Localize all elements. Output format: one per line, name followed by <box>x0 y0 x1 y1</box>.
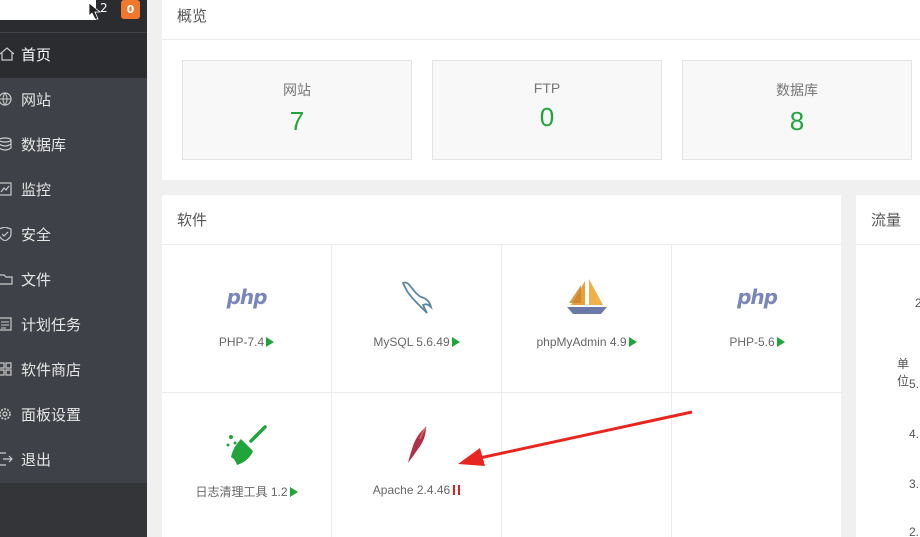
annotation-arrow <box>458 410 693 466</box>
